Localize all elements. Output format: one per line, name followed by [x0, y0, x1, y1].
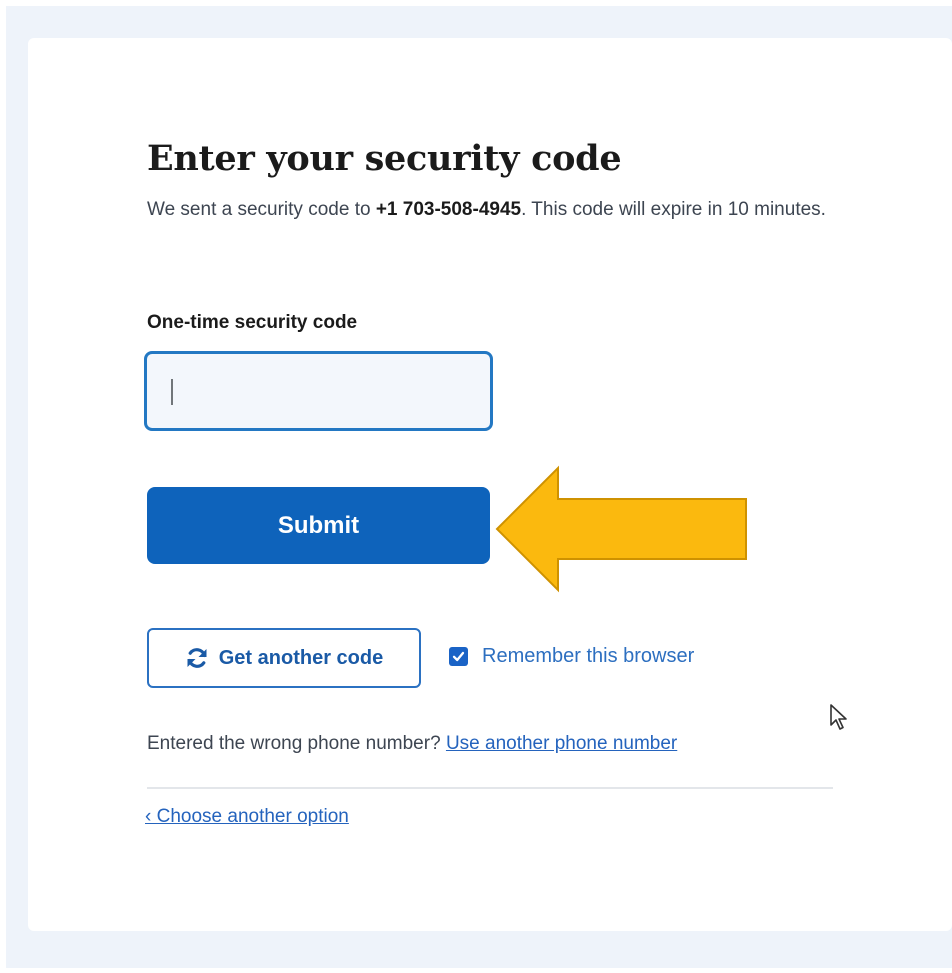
intro-suffix: . This code will expire in 10 minutes.: [521, 199, 826, 220]
security-code-input[interactable]: [144, 351, 493, 431]
use-another-phone-link[interactable]: Use another phone number: [446, 733, 677, 754]
wrong-number-row: Entered the wrong phone number? Use anot…: [147, 733, 677, 755]
get-another-code-label: Get another code: [218, 646, 384, 669]
left-arrow-icon: [495, 465, 747, 593]
mouse-pointer-icon: [830, 704, 847, 730]
page-title: Enter your security code: [147, 138, 622, 179]
code-field-label: One-time security code: [147, 312, 358, 333]
submit-button[interactable]: Submit: [147, 487, 490, 564]
checkmark-icon: [452, 651, 465, 662]
choose-another-option-link[interactable]: ‹ Choose another option: [145, 806, 349, 828]
remember-browser-option[interactable]: Remember this browser: [449, 645, 694, 668]
remember-browser-checkbox[interactable]: [449, 647, 468, 666]
divider: [147, 787, 833, 789]
get-another-code-button[interactable]: Get another code: [147, 628, 421, 688]
text-caret: [171, 379, 173, 405]
intro-text: We sent a security code to +1 703-508-49…: [147, 192, 837, 227]
refresh-icon: [185, 646, 209, 670]
wrong-number-text: Entered the wrong phone number?: [147, 733, 441, 754]
remember-browser-label: Remember this browser: [482, 645, 695, 667]
phone-number: +1 703-508-4945: [375, 199, 522, 220]
intro-prefix: We sent a security code to: [147, 199, 376, 220]
